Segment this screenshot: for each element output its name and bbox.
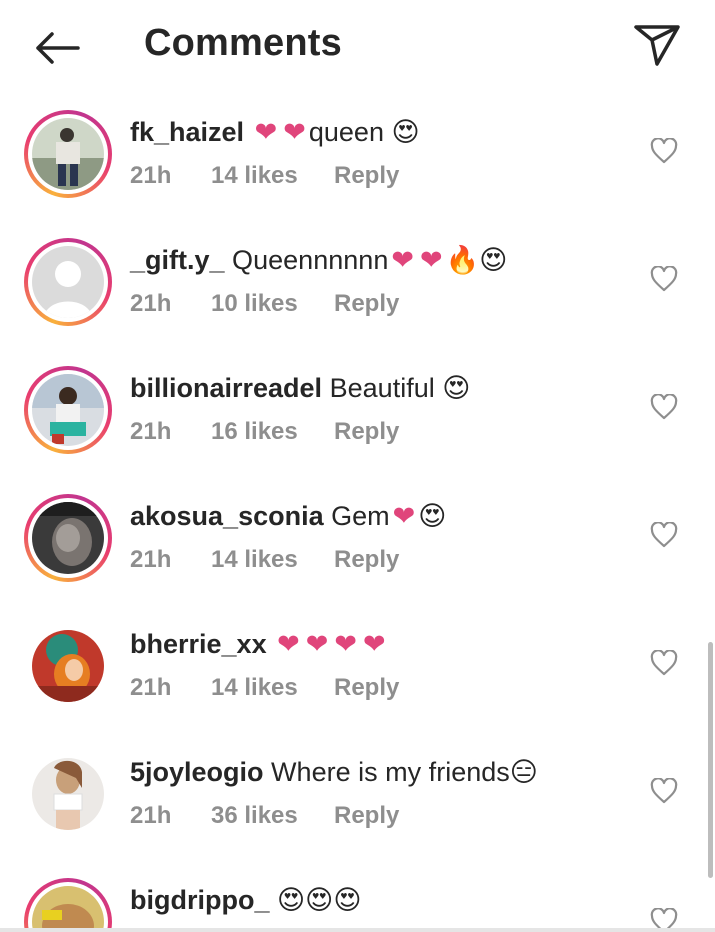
comment-time: 21h <box>130 802 172 829</box>
comment-body: 😍😍😍 <box>277 885 362 915</box>
comment-body: Queennnnnn ❤ ❤ 🔥😍 <box>232 245 508 275</box>
comment-likes[interactable]: 16 likes <box>211 418 298 446</box>
comment-body: ❤ ❤ ❤ ❤ <box>277 629 386 659</box>
story-ring[interactable] <box>24 110 112 198</box>
avatar <box>32 118 104 190</box>
comment-body: Gem ❤ 😍 <box>331 501 447 531</box>
heart-outline-icon[interactable] <box>650 522 678 548</box>
comment-text: bherrie_xx ❤ ❤ ❤ ❤ <box>130 626 389 662</box>
heart-outline-icon[interactable] <box>650 394 678 420</box>
comment-likes[interactable]: 14 likes <box>211 674 298 702</box>
heart-outline-icon[interactable] <box>650 138 678 164</box>
comment-username[interactable]: _gift.y_ <box>130 245 225 275</box>
comment-text: billionairreadel Beautiful 😍 <box>130 370 470 406</box>
comment-text: fk_haizel ❤ ❤ queen 😍 <box>130 114 420 150</box>
comment-username[interactable]: bigdrippo_ <box>130 885 269 915</box>
avatar <box>32 374 104 446</box>
comment-text: 5joyleogio Where is my friends😑 <box>130 754 538 790</box>
comment-time: 21h <box>130 418 172 445</box>
reply-button[interactable]: Reply <box>334 290 399 318</box>
comment-row: _gift.y_ Queennnnnn ❤ ❤ 🔥😍 21h 10 likes Rep… <box>0 228 715 356</box>
comment-time: 21h <box>130 290 172 317</box>
comment-text: bigdrippo_ 😍😍😍 <box>130 882 361 918</box>
arrow-left-icon[interactable] <box>30 26 82 70</box>
comment-row: bigdrippo_ 😍😍😍 <box>0 868 715 932</box>
comment-row: fk_haizel ❤ ❤ queen 😍 21h 14 likes Reply <box>0 100 715 228</box>
comment-text: akosua_sconia Gem ❤ 😍 <box>130 498 446 534</box>
reply-button[interactable]: Reply <box>334 418 399 446</box>
page-title: Comments <box>144 22 342 64</box>
avatar-placeholder <box>32 246 104 318</box>
comment-username[interactable]: fk_haizel <box>130 117 244 147</box>
comment-likes[interactable]: 14 likes <box>211 162 298 190</box>
paper-plane-icon[interactable] <box>632 22 682 68</box>
comment-row: bherrie_xx ❤ ❤ ❤ ❤ 21h 14 likes Reply <box>0 612 715 740</box>
avatar <box>32 502 104 574</box>
comment-row: akosua_sconia Gem ❤ 😍 21h 14 likes Reply <box>0 484 715 612</box>
comment-time: 21h <box>130 674 172 701</box>
story-ring[interactable] <box>24 366 112 454</box>
story-ring[interactable] <box>24 494 112 582</box>
comment-body: ❤ ❤ queen 😍 <box>254 117 420 147</box>
comment-likes[interactable]: 10 likes <box>211 290 298 318</box>
comment-row: 5joyleogio Where is my friends😑 21h 36 l… <box>0 740 715 868</box>
reply-button[interactable]: Reply <box>334 674 399 702</box>
reply-button[interactable]: Reply <box>334 802 399 830</box>
comment-body: Beautiful 😍 <box>329 373 471 403</box>
comment-likes[interactable]: 14 likes <box>211 546 298 574</box>
comment-likes[interactable]: 36 likes <box>211 802 298 830</box>
heart-outline-icon[interactable] <box>650 778 678 804</box>
comment-username[interactable]: akosua_sconia <box>130 501 324 531</box>
comment-text: _gift.y_ Queennnnnn ❤ ❤ 🔥😍 <box>130 242 507 278</box>
header-bar: Comments <box>0 0 715 96</box>
comment-username[interactable]: bherrie_xx <box>130 629 267 659</box>
comment-time: 21h <box>130 162 172 189</box>
comment-row: billionairreadel Beautiful 😍 21h 16 like… <box>0 356 715 484</box>
comment-username[interactable]: billionairreadel <box>130 373 322 403</box>
story-ring[interactable] <box>24 238 112 326</box>
reply-button[interactable]: Reply <box>334 162 399 190</box>
comment-time: 21h <box>130 546 172 573</box>
avatar[interactable] <box>32 630 104 702</box>
divider <box>0 928 715 932</box>
heart-outline-icon[interactable] <box>650 650 678 676</box>
comment-body: Where is my friends😑 <box>271 757 538 787</box>
comment-username[interactable]: 5joyleogio <box>130 757 264 787</box>
avatar[interactable] <box>32 758 104 830</box>
story-ring[interactable] <box>24 878 112 932</box>
heart-outline-icon[interactable] <box>650 266 678 292</box>
reply-button[interactable]: Reply <box>334 546 399 574</box>
scrollbar[interactable] <box>708 642 713 878</box>
avatar <box>32 886 104 932</box>
